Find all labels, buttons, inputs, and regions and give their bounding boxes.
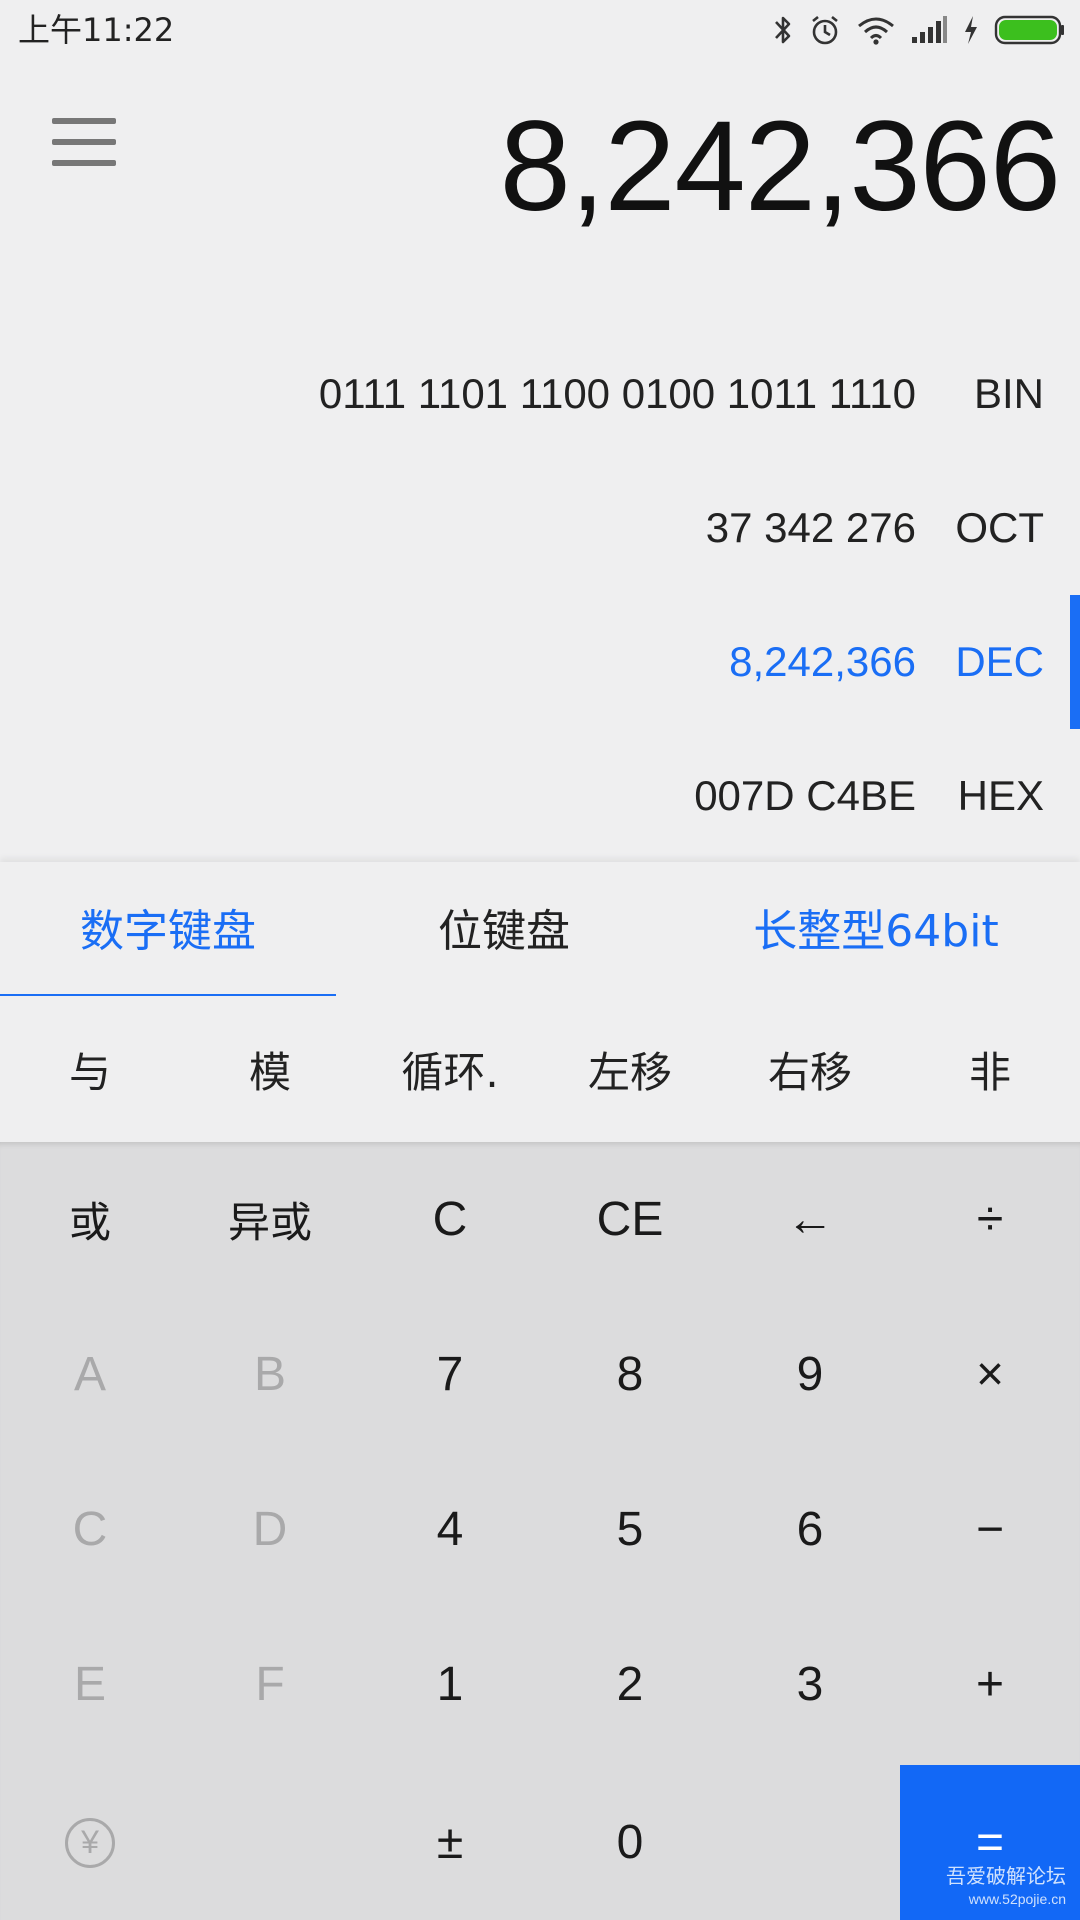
mod-button[interactable]: 模 (180, 996, 360, 1142)
key-8[interactable]: 8 (540, 1297, 720, 1452)
clear-entry-button[interactable]: CE (540, 1142, 720, 1297)
word-size-selector[interactable]: 长整型64bit (672, 862, 1080, 992)
key-f[interactable]: F (180, 1607, 360, 1762)
hex-label: HEX (957, 772, 1044, 819)
divide-button[interactable]: ÷ (900, 1142, 1080, 1297)
oct-value: 37 342 276 (705, 504, 916, 551)
key-a[interactable]: A (0, 1297, 180, 1452)
key-9[interactable]: 9 (720, 1297, 900, 1452)
shift-left-button[interactable]: 左移 (540, 996, 720, 1142)
plus-minus-button[interactable]: ± (360, 1765, 540, 1920)
operator-row: 与 模 循环. 左移 右移 非 (0, 996, 1080, 1142)
currency-button[interactable]: ¥ (0, 1765, 180, 1920)
bin-value: 0111 1101 1100 0100 1011 1110 (318, 370, 916, 417)
signal-icon (910, 15, 948, 45)
keypad: 或 异或 C CE ← ÷ A B 7 8 9 × C D 4 5 6 − E … (0, 1142, 1080, 1920)
watermark: 吾爱破解论坛 www.52pojie.cn (946, 1866, 1066, 1910)
not-button[interactable]: 非 (900, 996, 1080, 1142)
key-c[interactable]: C (0, 1452, 180, 1607)
key-3[interactable]: 3 (720, 1607, 900, 1762)
hamburger-menu-icon[interactable] (52, 118, 116, 166)
key-2[interactable]: 2 (540, 1607, 720, 1762)
key-e[interactable]: E (0, 1607, 180, 1762)
shift-right-button[interactable]: 右移 (720, 996, 900, 1142)
key-7[interactable]: 7 (360, 1297, 540, 1452)
base-row-dec[interactable]: 8,242,366 DEC (0, 595, 1080, 729)
status-time: 上午11:22 (18, 11, 175, 49)
and-button[interactable]: 与 (0, 996, 180, 1142)
key-d[interactable]: D (180, 1452, 360, 1607)
key-1[interactable]: 1 (360, 1607, 540, 1762)
clear-button[interactable]: C (360, 1142, 540, 1297)
add-button[interactable]: + (900, 1607, 1080, 1762)
key-0[interactable]: 0 (540, 1765, 720, 1920)
multiply-button[interactable]: × (900, 1297, 1080, 1452)
watermark-line1: 吾爱破解论坛 (946, 1866, 1066, 1888)
xor-button[interactable]: 异或 (180, 1142, 360, 1297)
bin-label: BIN (973, 370, 1044, 417)
status-bar: 上午11:22 (0, 0, 1080, 60)
subtract-button[interactable]: − (900, 1452, 1080, 1607)
key-b[interactable]: B (180, 1297, 360, 1452)
status-icons (772, 10, 1066, 50)
rotate-button[interactable]: 循环. (360, 996, 540, 1142)
equals-label: = (975, 1816, 1005, 1869)
key-6[interactable]: 6 (720, 1452, 900, 1607)
tab-bit-keyboard[interactable]: 位键盘 (336, 862, 672, 992)
oct-label: OCT (955, 504, 1044, 551)
dec-value: 8,242,366 (729, 638, 916, 685)
tab-numeric-keyboard[interactable]: 数字键盘 (0, 862, 336, 992)
alarm-icon (808, 13, 842, 47)
currency-icon: ¥ (65, 1817, 115, 1868)
wifi-icon (856, 14, 896, 46)
charging-icon (962, 14, 980, 46)
bluetooth-icon (772, 14, 794, 46)
battery-icon (994, 14, 1066, 46)
or-button[interactable]: 或 (0, 1142, 180, 1297)
hex-value: 007D C4BE (694, 772, 916, 819)
key-4[interactable]: 4 (360, 1452, 540, 1607)
base-row-bin[interactable]: 0111 1101 1100 0100 1011 1110 BIN (0, 327, 1080, 461)
active-base-indicator (1070, 595, 1080, 729)
watermark-line2: www.52pojie.cn (968, 1891, 1066, 1907)
backspace-button[interactable]: ← (720, 1142, 900, 1297)
equals-button[interactable]: = 吾爱破解论坛 www.52pojie.cn (900, 1765, 1080, 1920)
base-row-oct[interactable]: 37 342 276 OCT (0, 461, 1080, 595)
keyboard-tab-bar: 数字键盘 位键盘 长整型64bit (0, 862, 1080, 1000)
main-display-value: 8,242,366 (499, 95, 1061, 238)
dec-label: DEC (955, 638, 1044, 685)
key-5[interactable]: 5 (540, 1452, 720, 1607)
base-row-hex[interactable]: 007D C4BE HEX (0, 729, 1080, 863)
